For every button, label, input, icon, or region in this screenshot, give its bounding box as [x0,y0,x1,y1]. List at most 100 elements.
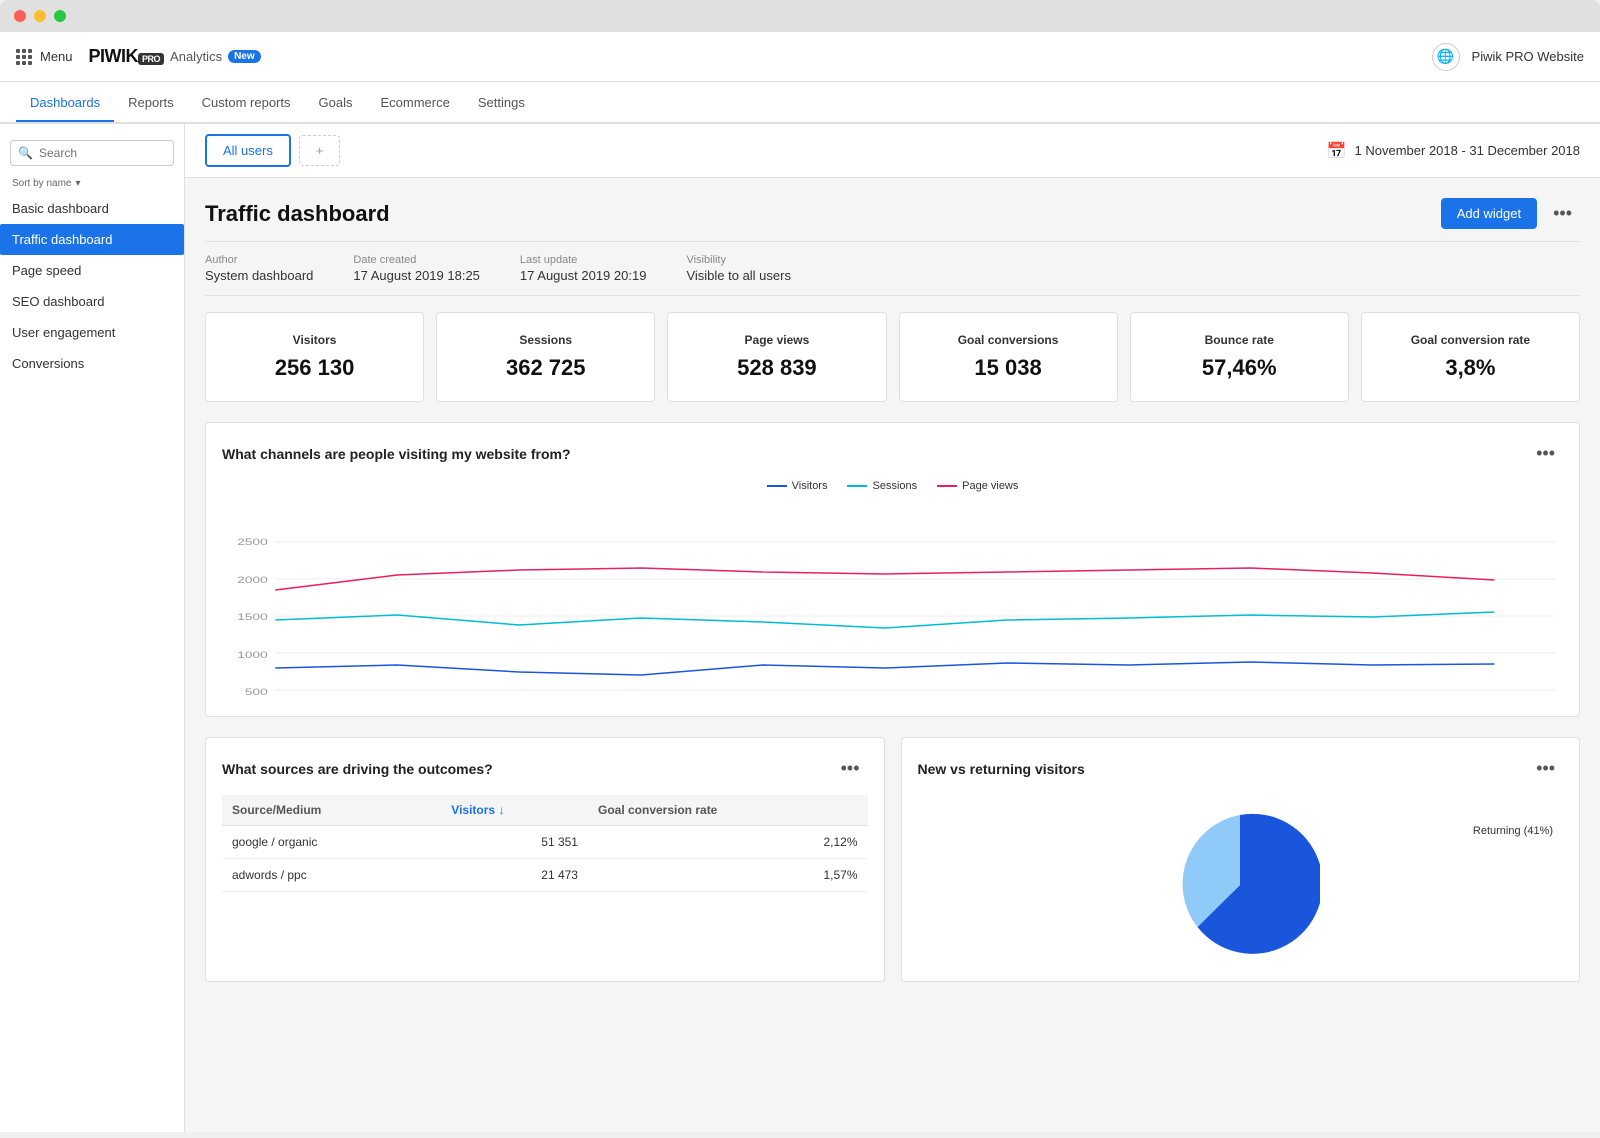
sources-table-section: What sources are driving the outcomes? •… [205,737,885,982]
tab-reports[interactable]: Reports [114,85,188,122]
window-chrome [0,0,1600,32]
dashboard-actions: Add widget ••• [1441,198,1580,229]
svg-text:1000: 1000 [237,651,267,660]
date-range: 📅 1 November 2018 - 31 December 2018 [1327,141,1580,161]
pie-chart-section: New vs returning visitors ••• R [901,737,1581,982]
kpi-goal-conversion-rate: Goal conversion rate 3,8% [1361,312,1580,402]
svg-text:1500: 1500 [237,613,267,622]
main-content: All users + 📅 1 November 2018 - 31 Decem… [185,124,1600,1132]
dashboard-content: Traffic dashboard Add widget ••• Author … [185,178,1600,1002]
sources-more-button[interactable]: ••• [833,754,868,783]
tab-ecommerce[interactable]: Ecommerce [366,85,463,122]
kpi-goal-conversions: Goal conversions 15 038 [899,312,1118,402]
chart-more-button[interactable]: ••• [1528,439,1563,468]
table-row: adwords / ppc 21 473 1,57% [222,859,868,892]
kpi-row: Visitors 256 130 Sessions 362 725 Page v… [205,312,1580,402]
table-row: google / organic 51 351 2,12% [222,826,868,859]
legend-sessions: Sessions [847,480,917,492]
add-tab-button[interactable]: + [299,135,341,166]
pie-container: Returning (41%) [918,805,1564,965]
nav-tabs: Dashboards Reports Custom reports Goals … [0,82,1600,124]
kpi-bounce-rate: Bounce rate 57,46% [1130,312,1349,402]
sidebar-item-page-speed[interactable]: Page speed [0,255,184,286]
chart-svg: 500 1000 1500 2000 2500 [222,500,1563,700]
tab-settings[interactable]: Settings [464,85,539,122]
source-2: adwords / ppc [222,859,441,892]
pie-svg [1160,805,1320,965]
legend-sessions-dot [847,485,867,487]
dashboard-title-row: Traffic dashboard Add widget ••• [205,198,1580,229]
menu-label: Menu [40,49,73,64]
sidebar-search-wrapper: 🔍 [10,140,174,166]
chart-title-row: What channels are people visiting my web… [222,439,1563,468]
rate-1: 2,12% [588,826,868,859]
new-badge: New [228,50,261,63]
visitors-1: 51 351 [441,826,588,859]
topbar-right: 🌐 Piwik PRO Website [1432,43,1584,71]
chart-area: 500 1000 1500 2000 2500 [222,500,1563,700]
kpi-visitors: Visitors 256 130 [205,312,424,402]
sources-title: What sources are driving the outcomes? [222,761,493,777]
rate-2: 1,57% [588,859,868,892]
sidebar-item-traffic[interactable]: Traffic dashboard [0,224,184,255]
sidebar-item-seo[interactable]: SEO dashboard [0,286,184,317]
layout: 🔍 Sort by name ▾ Basic dashboard Traffic… [0,124,1600,1132]
sort-by-name[interactable]: Sort by name ▾ [0,174,184,193]
calendar-icon: 📅 [1327,141,1347,161]
all-users-tab[interactable]: All users [205,134,291,167]
grid-icon [16,49,32,65]
globe-button[interactable]: 🌐 [1432,43,1460,71]
chart-title: What channels are people visiting my web… [222,446,571,462]
sidebar-item-user-engagement[interactable]: User engagement [0,317,184,348]
sources-title-row: What sources are driving the outcomes? •… [222,754,868,783]
analytics-label: Analytics [170,49,222,64]
visitors-2: 21 473 [441,859,588,892]
legend-visitors: Visitors [767,480,828,492]
pie-title-row: New vs returning visitors ••• [918,754,1564,783]
minimize-btn[interactable] [34,10,46,22]
col-visitors-sort[interactable]: Visitors ↓ [441,795,588,826]
tab-goals[interactable]: Goals [305,85,367,122]
app: Menu PIWIKPRO Analytics New 🌐 Piwik PRO … [0,32,1600,1132]
legend-visitors-dot [767,485,787,487]
col-goal-rate: Goal conversion rate [588,795,868,826]
meta-row: Author System dashboard Date created 17 … [205,241,1580,296]
svg-text:500: 500 [245,688,268,697]
pie-more-button[interactable]: ••• [1528,754,1563,783]
tab-custom-reports[interactable]: Custom reports [188,85,305,122]
returning-label: Returning (41%) [1473,825,1553,837]
logo-pro: PRO [138,53,164,65]
sidebar-item-conversions[interactable]: Conversions [0,348,184,379]
dashboard-header-bar: All users + 📅 1 November 2018 - 31 Decem… [185,124,1600,178]
menu-button[interactable]: Menu [16,49,73,65]
close-btn[interactable] [14,10,26,22]
site-name: Piwik PRO Website [1472,49,1584,64]
search-icon: 🔍 [18,146,33,160]
maximize-btn[interactable] [54,10,66,22]
legend-page-views: Page views [937,480,1018,492]
meta-last-update: Last update 17 August 2019 20:19 [520,254,647,283]
search-input[interactable] [10,140,174,166]
logo-text: PIWIKPRO [89,46,165,67]
logo: PIWIKPRO Analytics New [89,46,261,67]
svg-text:2500: 2500 [237,538,267,547]
tab-dashboards[interactable]: Dashboards [16,85,114,122]
col-source-medium: Source/Medium [222,795,441,826]
sidebar: 🔍 Sort by name ▾ Basic dashboard Traffic… [0,124,185,1132]
sidebar-item-basic[interactable]: Basic dashboard [0,193,184,224]
meta-visibility: Visibility Visible to all users [686,254,791,283]
kpi-page-views: Page views 528 839 [667,312,886,402]
source-1: google / organic [222,826,441,859]
legend-page-views-dot [937,485,957,487]
topbar: Menu PIWIKPRO Analytics New 🌐 Piwik PRO … [0,32,1600,82]
channels-chart-section: What channels are people visiting my web… [205,422,1580,717]
meta-date-created: Date created 17 August 2019 18:25 [353,254,480,283]
pie-title: New vs returning visitors [918,761,1085,777]
dashboard-title: Traffic dashboard [205,201,390,227]
svg-text:2000: 2000 [237,576,267,585]
kpi-sessions: Sessions 362 725 [436,312,655,402]
meta-author: Author System dashboard [205,254,313,283]
bottom-row: What sources are driving the outcomes? •… [205,737,1580,982]
add-widget-button[interactable]: Add widget [1441,198,1537,229]
more-options-button[interactable]: ••• [1545,199,1580,228]
